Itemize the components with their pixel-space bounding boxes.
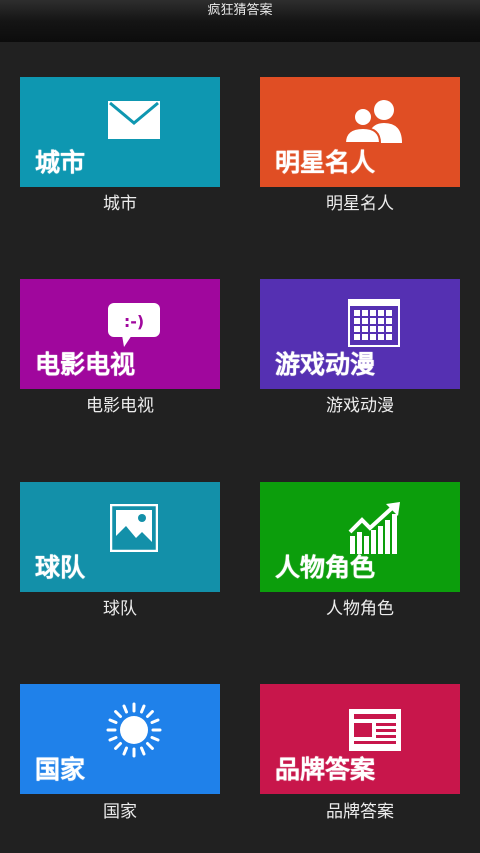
tile-label: 人物角色 — [275, 553, 376, 582]
category-tile-characters[interactable]: 人物角色 — [260, 482, 460, 592]
tile-label: 国家 — [35, 755, 86, 784]
category-caption[interactable]: 电影电视 — [20, 391, 220, 416]
category-caption[interactable]: 城市 — [20, 189, 220, 214]
chart-icon — [348, 502, 400, 554]
tile-label: 明星名人 — [275, 148, 376, 177]
calendar-icon — [348, 299, 400, 347]
category-caption[interactable]: 球队 — [20, 594, 220, 619]
category-caption[interactable]: 明星名人 — [260, 189, 460, 214]
category-tile-games-anime[interactable]: 游戏动漫 — [260, 279, 460, 389]
tile-label: 球队 — [35, 553, 86, 582]
picture-icon — [110, 504, 158, 552]
app-title: 疯狂猜答案 — [207, 3, 273, 18]
people-icon — [344, 100, 402, 143]
category-tile-celebrities[interactable]: 明星名人 — [260, 77, 460, 187]
category-tile-teams[interactable]: 球队 — [20, 482, 220, 592]
category-caption[interactable]: 品牌答案 — [260, 797, 460, 822]
tile-label: 品牌答案 — [275, 755, 376, 784]
title-bar: 疯狂猜答案 — [0, 0, 480, 42]
mail-icon — [108, 101, 160, 139]
category-tile-movies-tv[interactable]: :-) 电影电视 — [20, 279, 220, 389]
tile-label: 城市 — [35, 148, 86, 177]
category-tile-city[interactable]: 城市 — [20, 77, 220, 187]
newspaper-icon — [349, 709, 401, 751]
category-caption[interactable]: 游戏动漫 — [260, 391, 460, 416]
category-caption[interactable]: 人物角色 — [260, 594, 460, 619]
category-tile-brands[interactable]: 品牌答案 — [260, 684, 460, 794]
svg-text::-): :-) — [124, 312, 144, 331]
sun-icon — [106, 702, 162, 758]
chat-bubble-icon: :-) — [108, 303, 160, 347]
category-tile-countries[interactable]: 国家 — [20, 684, 220, 794]
tile-label: 电影电视 — [35, 350, 136, 379]
tile-label: 游戏动漫 — [275, 350, 376, 379]
category-caption[interactable]: 国家 — [20, 797, 220, 822]
